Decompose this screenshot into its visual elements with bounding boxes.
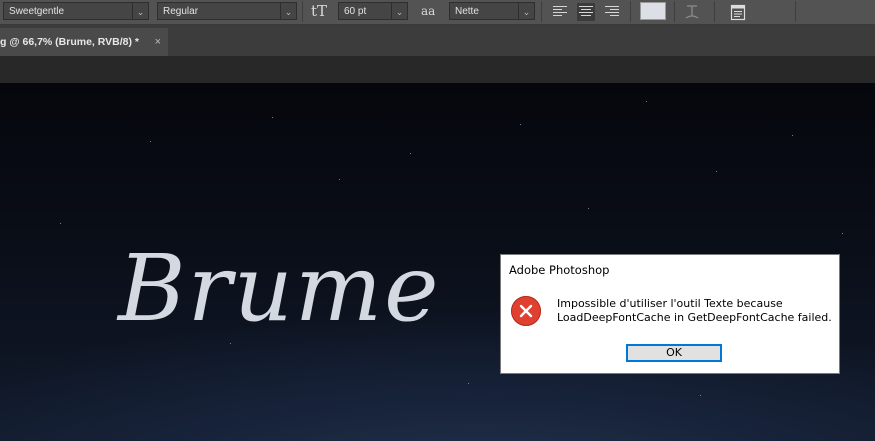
align-right-button[interactable] [603, 3, 621, 21]
canvas-text-layer[interactable]: Brume [118, 243, 441, 335]
chevron-down-icon: ⌄ [518, 3, 534, 19]
divider [302, 1, 303, 22]
character-panel-icon[interactable] [730, 3, 746, 21]
star [150, 141, 151, 142]
chevron-down-icon: ⌄ [132, 3, 148, 19]
font-style-select[interactable]: Regular ⌄ [157, 2, 297, 20]
dialog-message-line: Impossible d'utiliser l'outil Texte beca… [557, 297, 783, 310]
font-family-select[interactable]: Sweetgentle ⌄ [3, 2, 149, 20]
options-bar: Sweetgentle ⌄ Regular ⌄ tT 60 pt ⌄ aa Ne… [0, 0, 875, 25]
star [646, 101, 647, 102]
canvas-pasteboard [0, 56, 875, 83]
text-color-swatch[interactable] [640, 2, 666, 20]
star [230, 343, 231, 344]
error-icon [511, 296, 541, 326]
warp-text-icon[interactable] [684, 3, 700, 21]
document-tab[interactable]: g @ 66,7% (Brume, RVB/8) * × [0, 28, 168, 56]
star [410, 153, 411, 154]
font-family-value: Sweetgentle [9, 6, 65, 17]
star [716, 171, 717, 172]
antialias-select[interactable]: Nette ⌄ [449, 2, 535, 20]
close-icon[interactable]: × [155, 28, 161, 56]
dialog-title: Adobe Photoshop [509, 263, 610, 277]
document-tab-bar: g @ 66,7% (Brume, RVB/8) * × [0, 25, 875, 56]
divider [541, 1, 542, 22]
error-dialog: Adobe Photoshop Impossible d'utiliser l'… [500, 254, 840, 374]
divider [630, 1, 631, 22]
divider [714, 1, 715, 22]
divider [674, 1, 675, 22]
align-left-button[interactable] [551, 3, 569, 21]
align-center-button[interactable] [577, 3, 595, 21]
star [700, 395, 701, 396]
chevron-down-icon: ⌄ [280, 3, 296, 19]
dialog-message: Impossible d'utiliser l'outil Texte beca… [557, 297, 832, 325]
font-size-value: 60 pt [344, 6, 367, 17]
text-size-icon: tT [311, 2, 328, 20]
divider [795, 1, 796, 22]
star [60, 223, 61, 224]
star [520, 124, 521, 125]
star [339, 179, 340, 180]
star [792, 135, 793, 136]
antialias-value: Nette [455, 6, 479, 17]
star [272, 117, 273, 118]
chevron-down-icon: ⌄ [391, 3, 407, 19]
star [588, 208, 589, 209]
star [468, 383, 469, 384]
font-size-select[interactable]: 60 pt ⌄ [338, 2, 408, 20]
document-tab-title: g @ 66,7% (Brume, RVB/8) * [0, 36, 140, 48]
star [842, 233, 843, 234]
antialias-icon: aa [421, 4, 436, 18]
dialog-message-line: LoadDeepFontCache in GetDeepFontCache fa… [557, 311, 832, 324]
ok-button[interactable]: OK [626, 344, 722, 362]
font-style-value: Regular [163, 6, 199, 17]
